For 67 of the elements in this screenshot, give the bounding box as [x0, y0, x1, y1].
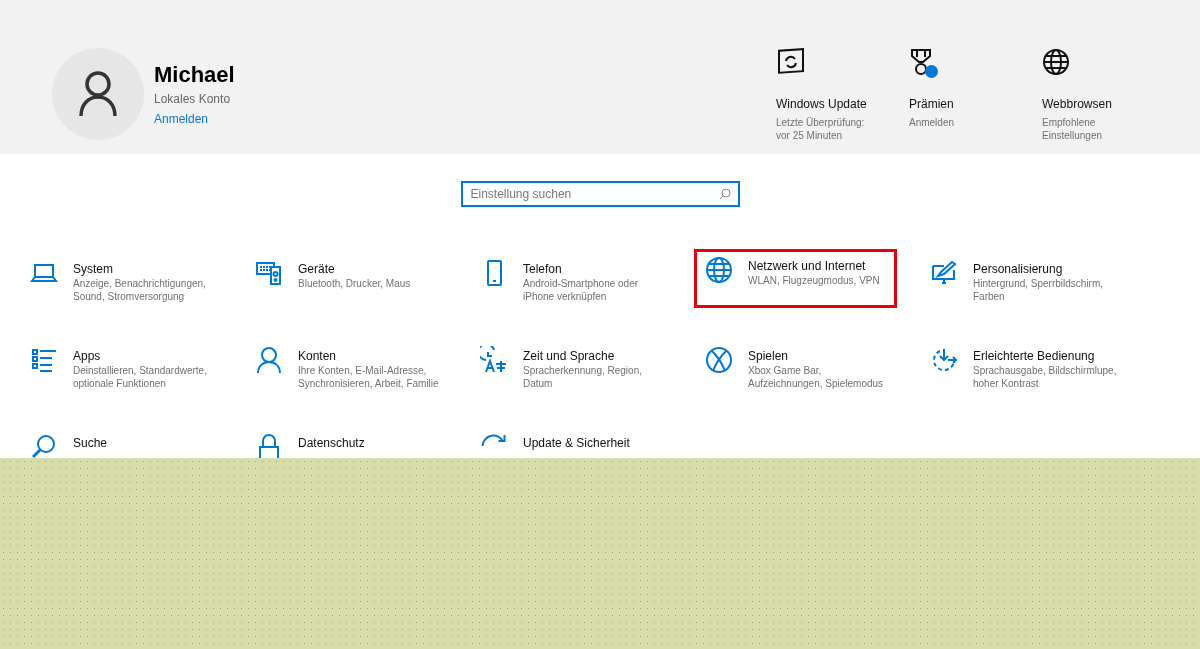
- category-title: Update & Sicherheit: [523, 435, 630, 451]
- category-tile[interactable]: Personalisierung Hintergrund, Sperrbildschirm, Farben: [930, 261, 1104, 317]
- accessibility-icon: [930, 346, 958, 374]
- category-description: Android-Smartphone oder: [523, 277, 639, 290]
- category-description: Deinstallieren, Standardwerte,: [73, 364, 207, 377]
- category-description: Ihre Konten, E-Mail-Adresse,: [298, 364, 428, 377]
- category-title: Geräte: [298, 261, 336, 277]
- person-icon: [79, 71, 117, 117]
- keyboard-speaker-icon: [255, 259, 283, 287]
- category-tile[interactable]: System Anzeige, Benachrichtigungen, Sound, Stromversorgung: [30, 261, 206, 317]
- category-description: Datum: [523, 377, 554, 390]
- sync-arrow-icon: [480, 433, 508, 447]
- category-tile[interactable]: Zeit und Sprache Spracherkennung, Region, Datum: [480, 348, 642, 404]
- account-type: Lokales Konto: [154, 91, 232, 108]
- category-title: Suche: [73, 435, 108, 451]
- list-icon: [30, 346, 58, 374]
- category-title: Konten: [298, 348, 338, 364]
- category-description: WLAN, Flugzeugmodus, VPN: [748, 274, 880, 287]
- update-icon[interactable]: [776, 48, 804, 76]
- category-title: Spielen: [748, 348, 790, 364]
- account-name: Michael: [154, 62, 235, 88]
- shortcut-description: Einstellungen: [1042, 129, 1104, 142]
- category-tile[interactable]: Apps Deinstallieren, Standardwerte, optionale Funktionen: [30, 348, 207, 404]
- category-description: iPhone verknüpfen: [523, 290, 608, 303]
- category-title: Personalisierung: [973, 261, 1064, 277]
- category-description: Sprachausgabe, Bildschirmlupe,: [973, 364, 1117, 377]
- xbox-icon: [705, 346, 733, 374]
- category-description: Xbox Game Bar,: [748, 364, 823, 377]
- shortcut-description: Letzte Überprüfung:: [776, 116, 866, 129]
- monitor-brush-icon: [930, 259, 958, 287]
- category-title: Telefon: [523, 261, 563, 277]
- category-title: Apps: [73, 348, 102, 364]
- category-description: Hintergrund, Sperrbildschirm,: [973, 277, 1104, 290]
- category-description: optionale Funktionen: [73, 377, 167, 390]
- shortcut-description: vor 25 Minuten: [776, 129, 844, 142]
- shortcut-title[interactable]: Webbrowsen: [1042, 95, 1175, 113]
- category-description: Synchronisieren, Arbeit, Familie: [298, 377, 439, 390]
- search-icon: [718, 188, 731, 200]
- shortcut-title[interactable]: Prämien: [909, 95, 1042, 113]
- category-title: Netzwerk und Internet: [748, 258, 867, 274]
- person-icon: [255, 346, 283, 374]
- search-field[interactable]: Einstellung suchen: [460, 181, 740, 207]
- category-title: Datenschutz: [298, 435, 365, 451]
- category-description: Spracherkennung, Region,: [523, 364, 642, 377]
- sign-in-link[interactable]: Anmelden: [154, 110, 235, 128]
- category-tile[interactable]: Netzwerk und Internet WLAN, Flugzeugmodus, VPN: [694, 249, 897, 308]
- category-description: hoher Kontrast: [973, 377, 1040, 390]
- category-tile[interactable]: Konten Ihre Konten, E-Mail-Adresse, Synchronisieren, Arbeit, Familie: [255, 348, 439, 404]
- category-description: Aufzeichnungen, Spielemodus: [748, 377, 884, 390]
- globe-icon[interactable]: [1042, 48, 1070, 76]
- category-description: Sound, Stromversorgung: [73, 290, 186, 303]
- category-title: Erleichterte Bedienung: [973, 348, 1096, 364]
- globe-icon: [705, 256, 733, 284]
- category-description: Bluetooth, Drucker, Maus: [298, 277, 411, 290]
- category-description: Anzeige, Benachrichtigungen,: [73, 277, 206, 290]
- clock-language-icon: [480, 346, 508, 374]
- category-description: Farben: [973, 290, 1006, 303]
- shortcut-description: Anmelden: [909, 116, 956, 129]
- category-tile[interactable]: Telefon Android-Smartphone oder iPhone verknüpfen: [480, 261, 639, 317]
- category-tile[interactable]: Erleichterte Bedienung Sprachausgabe, Bildschirmlupe, hoher Kontrast: [930, 348, 1117, 404]
- category-tile[interactable]: Geräte Bluetooth, Drucker, Maus: [255, 261, 411, 317]
- shortcut-description: Empfohlene: [1042, 116, 1097, 129]
- category-title: Zeit und Sprache: [523, 348, 616, 364]
- category-tile[interactable]: Spielen Xbox Game Bar, Aufzeichnungen, Spielemodus: [705, 348, 884, 404]
- search-icon: [30, 433, 58, 461]
- shortcut-title[interactable]: Windows Update: [776, 95, 909, 113]
- category-title: System: [73, 261, 114, 277]
